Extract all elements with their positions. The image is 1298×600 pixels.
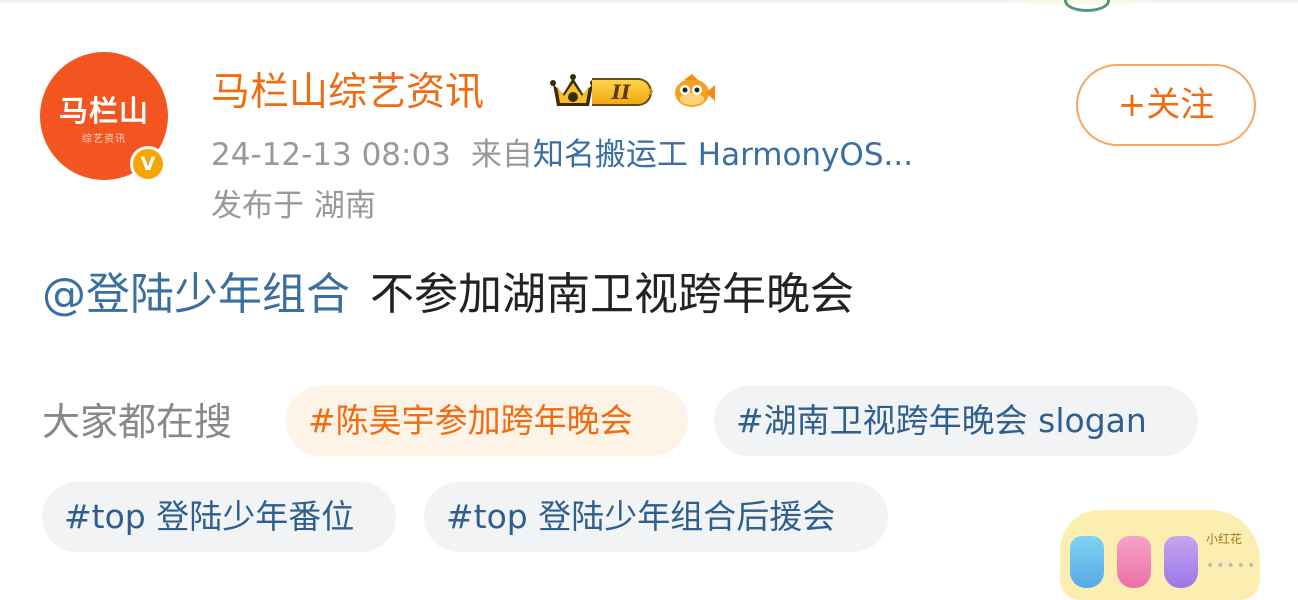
post-body: @登陆少年组合 不参加湖南卫视跨年晚会: [42, 266, 854, 324]
trending-tag[interactable]: #top 登陆少年番位: [42, 482, 396, 552]
author-name[interactable]: 马栏山综艺资讯: [211, 68, 484, 118]
post-from-prefix: 来自: [470, 137, 533, 173]
more-dots: •••••: [1206, 558, 1258, 574]
post-time: 24-12-13 08:03: [211, 137, 451, 173]
sticker-cup-blue: [1070, 536, 1104, 588]
sticker-label: 小红花: [1205, 532, 1242, 546]
sticker-cup-pink: [1117, 536, 1151, 588]
post-text: 不参加湖南卫视跨年晚会: [370, 269, 854, 320]
post-source-link[interactable]: 知名搬运工 HarmonyOS...: [533, 137, 913, 173]
trending-search-label: 大家都在搜: [42, 400, 233, 444]
verified-badge-icon: V: [130, 146, 166, 182]
fish-icon[interactable]: [670, 72, 716, 112]
trending-tag[interactable]: #陈昊宇参加跨年晚会: [286, 386, 688, 456]
trending-tag[interactable]: #top 登陆少年组合后援会: [424, 482, 888, 552]
post-location: 发布于 湖南: [211, 188, 376, 224]
follow-button[interactable]: +关注: [1076, 64, 1256, 146]
top-decoration-mark: [1064, 0, 1110, 12]
avatar-text: 马栏山: [58, 94, 149, 128]
level-arrow-icon: ›: [646, 79, 655, 104]
sticker-cup-purple: [1164, 536, 1198, 588]
level-badge[interactable]: II: [592, 78, 652, 106]
crown-icon[interactable]: [549, 72, 597, 112]
mention-link[interactable]: @登陆少年组合: [42, 269, 350, 320]
trending-tag[interactable]: #湖南卫视跨年晚会 slogan: [714, 386, 1198, 456]
avatar-subtext: 综艺资讯: [82, 134, 126, 145]
post-meta: 24-12-13 08:03 来自知名搬运工 HarmonyOS...: [211, 133, 913, 177]
